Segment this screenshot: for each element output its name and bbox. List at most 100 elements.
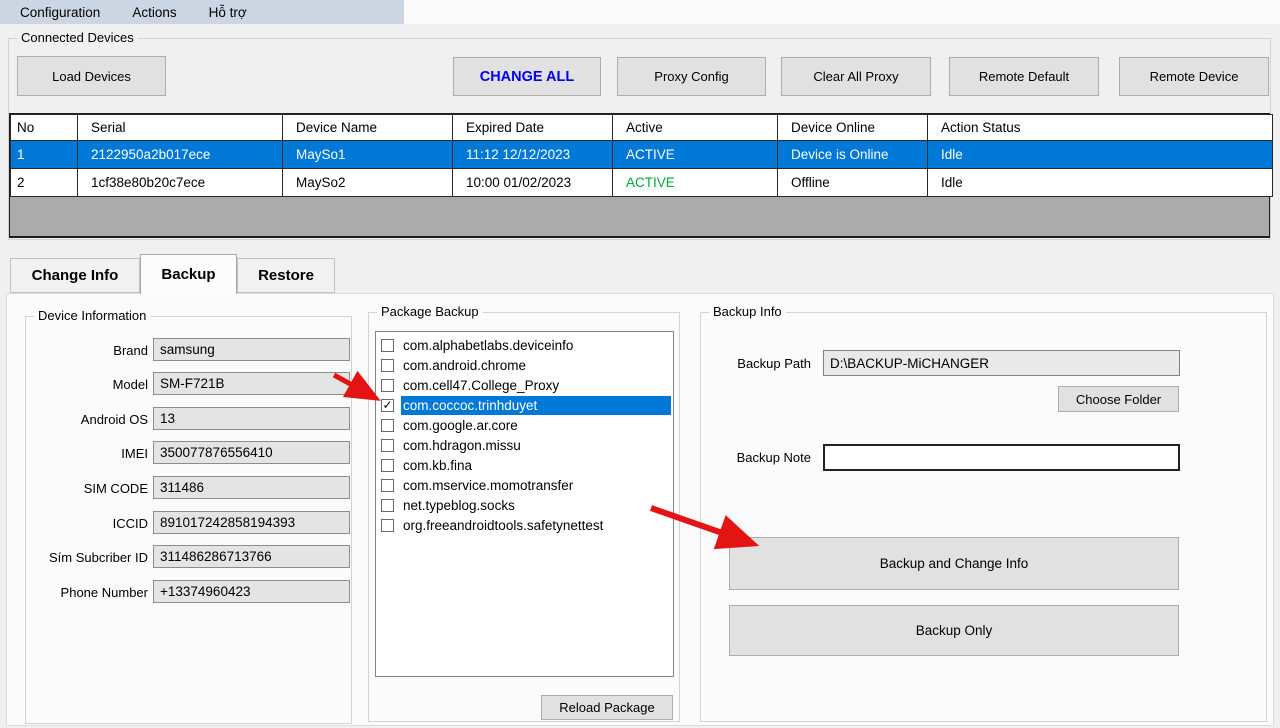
backup-note-label: Backup Note (701, 450, 811, 465)
table-cell: Idle (928, 169, 1273, 197)
tab-backup[interactable]: Backup (140, 254, 237, 294)
package-label: com.hdragon.missu (401, 436, 671, 455)
tab-restore[interactable]: Restore (237, 258, 335, 293)
table-cell: ACTIVE (613, 141, 778, 169)
table-cell: ACTIVE (613, 169, 778, 197)
backup-path-field[interactable]: D:\BACKUP-MiCHANGER (823, 350, 1180, 376)
package-label: com.cell47.College_Proxy (401, 376, 671, 395)
table-cell: 2122950a2b017ece (78, 141, 283, 169)
package-backup-group: Package Backup com.alphabetlabs.devicein… (368, 312, 680, 722)
device-information-group-label: Device Information (34, 308, 150, 323)
table-cell: 1 (11, 141, 78, 169)
package-item[interactable]: com.hdragon.missu (379, 435, 671, 455)
package-label: com.mservice.momotransfer (401, 476, 671, 495)
table-cell: 2 (11, 169, 78, 197)
iccid-label: ICCID (26, 516, 148, 531)
package-checkbox[interactable] (381, 339, 394, 352)
col-device-online: Device Online (778, 115, 928, 141)
package-backup-group-label: Package Backup (377, 304, 483, 319)
package-checkbox[interactable] (381, 379, 394, 392)
devices-table-body: 12122950a2b017eceMaySo111:12 12/12/2023A… (11, 141, 1273, 197)
package-checkbox[interactable] (381, 359, 394, 372)
table-row[interactable]: 12122950a2b017eceMaySo111:12 12/12/2023A… (11, 141, 1273, 169)
iccid-field[interactable]: 891017242858194393 (153, 511, 350, 534)
package-item[interactable]: com.google.ar.core (379, 415, 671, 435)
col-active: Active (613, 115, 778, 141)
backup-path-label: Backup Path (701, 356, 811, 371)
package-label: org.freeandroidtools.safetynettest (401, 516, 671, 535)
remote-default-button[interactable]: Remote Default (949, 57, 1099, 96)
package-item[interactable]: net.typeblog.socks (379, 495, 671, 515)
package-label: net.typeblog.socks (401, 496, 671, 515)
package-label: com.alphabetlabs.deviceinfo (401, 336, 671, 355)
package-checkbox[interactable]: ✓ (381, 399, 394, 412)
change-all-button[interactable]: CHANGE ALL (453, 57, 601, 96)
backup-and-change-info-button[interactable]: Backup and Change Info (729, 537, 1179, 590)
model-label: Model (26, 377, 148, 392)
backup-info-group: Backup Info Backup Path D:\BACKUP-MiCHAN… (700, 312, 1267, 722)
package-item[interactable]: com.cell47.College_Proxy (379, 375, 671, 395)
devices-table-header: No Serial Device Name Expired Date Activ… (11, 115, 1273, 141)
table-cell: Device is Online (778, 141, 928, 169)
sim-code-field[interactable]: 311486 (153, 476, 350, 499)
package-item[interactable]: org.freeandroidtools.safetynettest (379, 515, 671, 535)
backup-only-button[interactable]: Backup Only (729, 605, 1179, 656)
package-list[interactable]: com.alphabetlabs.deviceinfocom.android.c… (375, 331, 674, 677)
remote-device-button[interactable]: Remote Device (1119, 57, 1269, 96)
package-label: com.kb.fina (401, 456, 671, 475)
imei-field[interactable]: 350077876556410 (153, 441, 350, 464)
table-cell: 11:12 12/12/2023 (453, 141, 613, 169)
col-action-status: Action Status (928, 115, 1273, 141)
tab-change-info[interactable]: Change Info (10, 258, 140, 293)
menu-configuration[interactable]: Configuration (4, 2, 116, 23)
sim-subscriber-id-field[interactable]: 311486286713766 (153, 545, 350, 568)
device-information-group: Device Information Brand samsung Model S… (25, 316, 352, 724)
brand-label: Brand (26, 343, 148, 358)
sim-code-label: SIM CODE (26, 481, 148, 496)
table-cell: 10:00 01/02/2023 (453, 169, 613, 197)
table-cell: Idle (928, 141, 1273, 169)
package-checkbox[interactable] (381, 459, 394, 472)
proxy-config-button[interactable]: Proxy Config (617, 57, 766, 96)
package-checkbox[interactable] (381, 499, 394, 512)
imei-label: IMEI (26, 446, 148, 461)
package-label: com.coccoc.trinhduyet (401, 396, 671, 415)
package-item[interactable]: ✓ com.coccoc.trinhduyet (379, 395, 671, 415)
package-checkbox[interactable] (381, 479, 394, 492)
devices-table: No Serial Device Name Expired Date Activ… (9, 113, 1270, 238)
package-item[interactable]: com.android.chrome (379, 355, 671, 375)
table-cell: 1cf38e80b20c7ece (78, 169, 283, 197)
connected-devices-group: Connected Devices Load Devices CHANGE AL… (8, 38, 1271, 240)
package-item[interactable]: com.mservice.momotransfer (379, 475, 671, 495)
package-item[interactable]: com.alphabetlabs.deviceinfo (379, 335, 671, 355)
package-label: com.google.ar.core (401, 416, 671, 435)
table-cell: MaySo1 (283, 141, 453, 169)
table-cell: MaySo2 (283, 169, 453, 197)
connected-devices-group-label: Connected Devices (17, 30, 138, 45)
menu-actions[interactable]: Actions (116, 2, 192, 23)
package-item[interactable]: com.kb.fina (379, 455, 671, 475)
model-field[interactable]: SM-F721B (153, 372, 350, 395)
package-label: com.android.chrome (401, 356, 671, 375)
brand-field[interactable]: samsung (153, 338, 350, 361)
sim-subscriber-id-label: Sím Subcriber ID (26, 550, 148, 565)
package-checkbox[interactable] (381, 439, 394, 452)
col-serial: Serial (78, 115, 283, 141)
phone-number-field[interactable]: +13374960423 (153, 580, 350, 603)
choose-folder-button[interactable]: Choose Folder (1058, 386, 1179, 412)
backup-note-input[interactable] (823, 444, 1180, 471)
backup-info-group-label: Backup Info (709, 304, 786, 319)
col-expired-date: Expired Date (453, 115, 613, 141)
menu-ho-tro[interactable]: Hỗ trợ (193, 2, 263, 23)
menu-bar: Configuration Actions Hỗ trợ (0, 0, 404, 24)
android-os-label: Android OS (26, 412, 148, 427)
package-checkbox[interactable] (381, 419, 394, 432)
clear-all-proxy-button[interactable]: Clear All Proxy (781, 57, 931, 96)
table-row[interactable]: 21cf38e80b20c7eceMaySo210:00 01/02/2023A… (11, 169, 1273, 197)
table-cell: Offline (778, 169, 928, 197)
package-checkbox[interactable] (381, 519, 394, 532)
phone-number-label: Phone Number (26, 585, 148, 600)
android-os-field[interactable]: 13 (153, 407, 350, 430)
reload-package-button[interactable]: Reload Package (541, 695, 673, 720)
load-devices-button[interactable]: Load Devices (17, 56, 166, 96)
